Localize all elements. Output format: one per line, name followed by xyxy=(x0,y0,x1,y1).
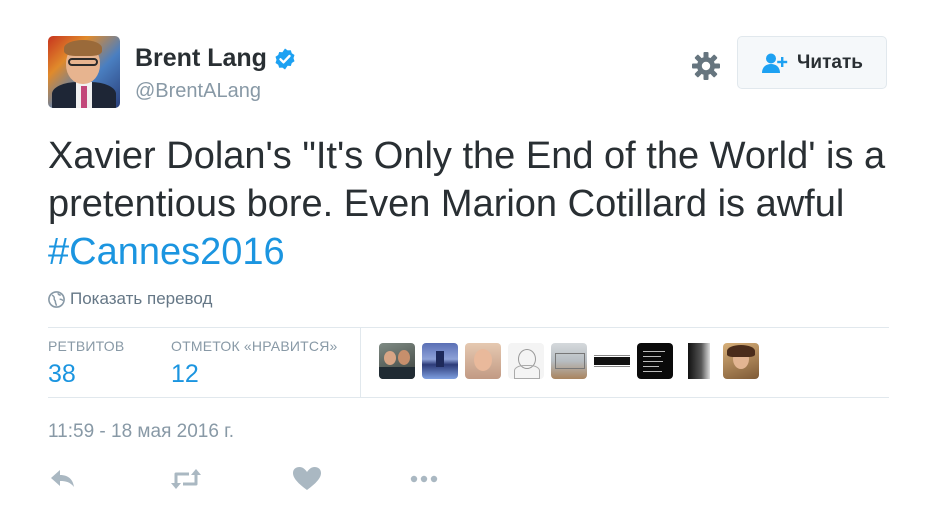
likes-count: 12 xyxy=(171,360,199,388)
liker-avatar[interactable] xyxy=(422,343,458,379)
tweet-text: Xavier Dolan's "It's Only the End of the… xyxy=(48,132,898,276)
avatar-hair xyxy=(64,40,102,56)
tweet-text-body: Xavier Dolan's "It's Only the End of the… xyxy=(48,135,896,225)
translate-link[interactable]: Показать перевод xyxy=(48,289,212,309)
avatar[interactable] xyxy=(48,36,120,108)
stats-bottom-divider xyxy=(48,397,889,398)
likes-stat[interactable]: ОТМЕТОК «НРАВИТСЯ» 12 xyxy=(171,338,338,389)
reply-icon[interactable] xyxy=(48,466,78,492)
liker-avatar[interactable] xyxy=(551,343,587,379)
follow-button[interactable]: Читать xyxy=(737,36,887,89)
liker-avatar[interactable] xyxy=(723,343,759,379)
user-handle[interactable]: @BrentALang xyxy=(135,80,261,103)
liker-avatar[interactable] xyxy=(379,343,415,379)
translate-label: Показать перевод xyxy=(70,289,213,308)
avatar-tie xyxy=(81,86,87,108)
retweets-stat[interactable]: РЕТВИТОВ 38 xyxy=(48,338,124,389)
user-name-row: Brent Lang xyxy=(135,44,297,73)
likers-avatars xyxy=(379,343,766,379)
likes-label: ОТМЕТОК «НРАВИТСЯ» xyxy=(171,338,338,354)
retweets-count: 38 xyxy=(48,360,76,388)
globe-icon xyxy=(48,290,65,308)
liker-avatar[interactable] xyxy=(508,343,544,379)
gear-icon[interactable] xyxy=(690,50,722,82)
liker-avatar[interactable] xyxy=(465,343,501,379)
user-name[interactable]: Brent Lang xyxy=(135,44,267,73)
verified-badge-icon xyxy=(275,48,295,69)
stats-vertical-divider xyxy=(360,327,361,397)
hashtag-link[interactable]: #Cannes2016 xyxy=(48,231,285,273)
retweet-icon[interactable] xyxy=(170,466,202,492)
avatar-glasses xyxy=(68,58,98,66)
heart-icon[interactable] xyxy=(292,466,322,492)
liker-avatar[interactable] xyxy=(680,343,716,379)
tweet-timestamp[interactable]: 11:59 - 18 мая 2016 г. xyxy=(48,421,234,443)
liker-avatar[interactable] xyxy=(594,343,630,379)
stats-top-divider xyxy=(48,327,889,328)
follow-button-label: Читать xyxy=(797,51,863,73)
add-user-icon xyxy=(762,53,788,73)
more-icon[interactable] xyxy=(409,466,439,492)
liker-avatar[interactable] xyxy=(637,343,673,379)
retweets-label: РЕТВИТОВ xyxy=(48,338,125,354)
